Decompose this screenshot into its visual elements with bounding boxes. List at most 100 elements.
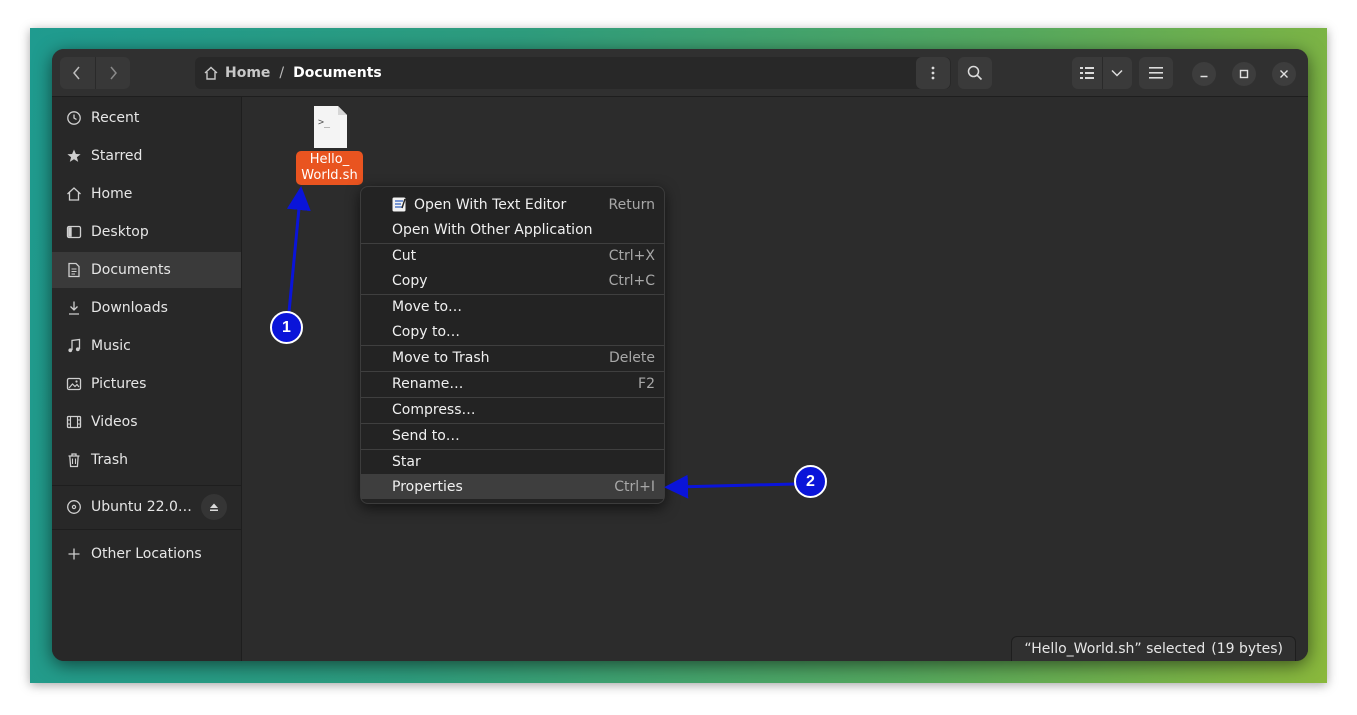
download-icon	[66, 300, 82, 316]
desktop-icon	[66, 224, 82, 240]
sidebar-item-label: Videos	[91, 414, 138, 430]
menu-item-compress[interactable]: Compress…	[361, 397, 664, 422]
menu-item-copy[interactable]: Copy Ctrl+C	[361, 268, 664, 293]
chevron-right-icon	[110, 66, 117, 80]
sidebar-item-label: Downloads	[91, 300, 168, 316]
close-button[interactable]	[1272, 62, 1296, 86]
disc-icon	[66, 499, 82, 515]
menu-item-accel: Ctrl+I	[614, 478, 655, 495]
status-size-text: (19 bytes)	[1211, 641, 1283, 657]
forward-button[interactable]	[94, 57, 131, 89]
view-switcher	[1072, 57, 1132, 89]
file-icon-terminal-glyph: >_	[318, 117, 331, 128]
picture-icon	[66, 376, 82, 392]
home-icon	[66, 186, 82, 202]
sidebar-item-label: Desktop	[91, 224, 149, 240]
main-menu-button[interactable]	[1139, 57, 1173, 89]
minimize-icon	[1200, 75, 1208, 78]
sidebar-divider	[52, 529, 241, 530]
maximize-button[interactable]	[1232, 62, 1256, 86]
sidebar-item-label: Home	[91, 186, 133, 202]
search-button[interactable]	[958, 57, 992, 89]
minimize-button[interactable]	[1192, 62, 1216, 86]
document-icon	[66, 262, 82, 278]
sidebar-item-label: Recent	[91, 110, 140, 126]
sidebar-item-label: Pictures	[91, 376, 147, 392]
sidebar-item-pictures[interactable]: Pictures	[52, 366, 241, 402]
eject-button[interactable]	[201, 494, 227, 520]
list-view-button[interactable]	[1072, 57, 1102, 89]
menu-item-send-to[interactable]: Send to…	[361, 423, 664, 448]
sidebar-item-other-locations[interactable]: Other Locations	[52, 536, 241, 572]
menu-item-rename[interactable]: Rename… F2	[361, 371, 664, 396]
menu-item-accel: Return	[608, 196, 655, 213]
breadcrumb-home[interactable]: Home	[203, 65, 270, 81]
sidebar-item-label: Documents	[91, 262, 171, 278]
sidebar-item-starred[interactable]: Starred	[52, 138, 241, 174]
sidebar-item-documents[interactable]: Documents	[52, 252, 241, 288]
file-name-line: World.sh	[301, 168, 358, 183]
close-icon	[1280, 70, 1288, 78]
sidebar-item-videos[interactable]: Videos	[52, 404, 241, 440]
navigation-buttons	[60, 57, 130, 89]
sidebar-item-home[interactable]: Home	[52, 176, 241, 212]
menu-item-move-to-trash[interactable]: Move to Trash Delete	[361, 345, 664, 370]
sidebar-item-downloads[interactable]: Downloads	[52, 290, 241, 326]
breadcrumb-current[interactable]: Documents	[293, 65, 382, 81]
menu-item-label: Copy	[392, 272, 428, 289]
path-bar: Home / Documents	[195, 57, 951, 89]
menu-item-label: Move to…	[392, 298, 463, 315]
menu-item-label: Copy to…	[392, 323, 461, 340]
music-icon	[66, 338, 82, 354]
sidebar-item-music[interactable]: Music	[52, 328, 241, 364]
menu-item-open-with-text-editor[interactable]: Open With Text Editor Return	[361, 192, 664, 217]
menu-item-accel: F2	[638, 375, 655, 392]
search-icon	[967, 65, 983, 81]
file-name-line: Hello_	[309, 152, 350, 167]
text-editor-icon	[392, 197, 406, 212]
menu-item-label: Star	[392, 453, 421, 470]
menu-item-accel: Ctrl+C	[608, 272, 655, 289]
file-name-label: Hello_ World.sh	[296, 151, 363, 185]
menu-item-label: Open With Other Application	[392, 221, 593, 238]
sidebar-item-label: Trash	[91, 452, 128, 468]
maximize-icon	[1239, 69, 1249, 79]
menu-item-properties[interactable]: Properties Ctrl+I	[361, 474, 664, 499]
menu-item-label: Rename…	[392, 375, 464, 392]
video-icon	[66, 414, 82, 430]
sidebar-item-desktop[interactable]: Desktop	[52, 214, 241, 250]
menu-item-label: Cut	[392, 247, 417, 264]
file-manager-window: Home / Documents Recent Starred Home Des…	[52, 49, 1308, 661]
path-menu-button[interactable]	[916, 57, 950, 89]
breadcrumb-separator: /	[279, 65, 285, 81]
sidebar-item-label: Other Locations	[91, 546, 202, 562]
menu-item-accel: Ctrl+X	[608, 247, 655, 264]
sidebar: Recent Starred Home Desktop Documents Do…	[52, 97, 242, 661]
context-menu: Open With Text Editor Return Open With O…	[360, 186, 665, 504]
sidebar-item-recent[interactable]: Recent	[52, 100, 241, 136]
breadcrumb-home-label: Home	[225, 65, 271, 81]
menu-item-star[interactable]: Star	[361, 449, 664, 474]
menu-item-copy-to[interactable]: Copy to…	[361, 319, 664, 344]
annotation-badge: 2	[794, 465, 827, 498]
menu-item-label: Move to Trash	[392, 349, 490, 366]
status-selected-text: “Hello_World.sh” selected	[1024, 641, 1206, 657]
eject-icon	[210, 503, 218, 511]
menu-item-label: Compress…	[392, 401, 476, 418]
view-options-button[interactable]	[1101, 57, 1133, 89]
menu-item-cut[interactable]: Cut Ctrl+X	[361, 243, 664, 268]
menu-item-open-with-other-application[interactable]: Open With Other Application	[361, 217, 664, 242]
back-button[interactable]	[60, 57, 95, 89]
sidebar-item-drive[interactable]: Ubuntu 22.0…	[52, 489, 241, 525]
annotation-badge: 1	[270, 311, 303, 344]
menu-item-accel: Delete	[609, 349, 655, 366]
sidebar-item-trash[interactable]: Trash	[52, 442, 241, 478]
sidebar-item-label: Music	[91, 338, 131, 354]
list-view-icon	[1079, 67, 1094, 79]
chevron-down-icon	[1111, 69, 1123, 77]
menu-item-label: Open With Text Editor	[414, 196, 567, 213]
sidebar-divider	[52, 485, 241, 486]
menu-item-move-to[interactable]: Move to…	[361, 294, 664, 319]
star-icon	[66, 148, 82, 164]
home-icon	[204, 66, 218, 80]
